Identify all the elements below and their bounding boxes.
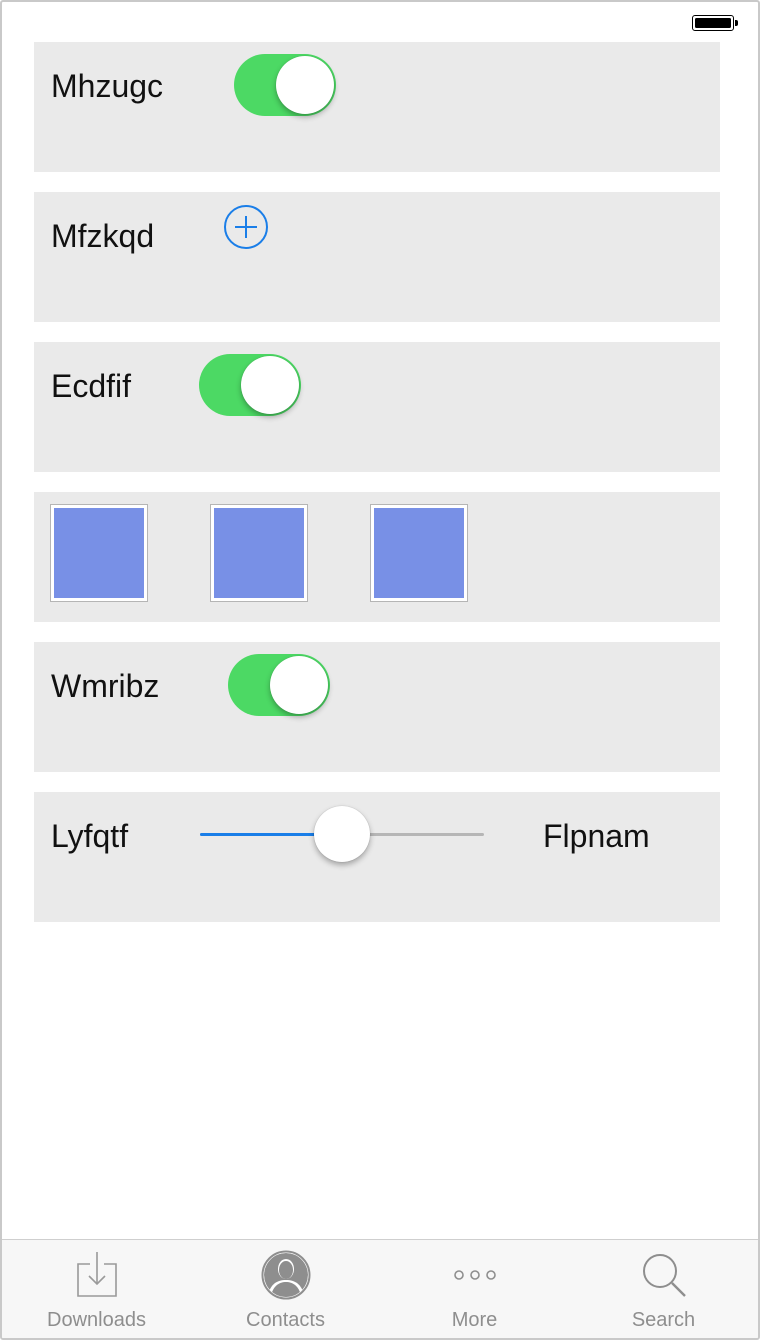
image-tile[interactable] (370, 504, 468, 602)
slider-right-label: Flpnam (543, 818, 650, 854)
slider-thumb[interactable] (314, 806, 370, 862)
tab-downloads[interactable]: Downloads (2, 1240, 191, 1338)
row-label: Ecdfif (51, 368, 132, 404)
row-image-tiles (34, 492, 720, 622)
toggle-knob (241, 356, 299, 414)
image-tile[interactable] (210, 504, 308, 602)
tab-label: Search (631, 1309, 696, 1331)
row-ecdfif: Ecdfif (34, 342, 720, 472)
ecdfif-toggle[interactable] (199, 354, 301, 416)
tab-bar: Downloads Contacts More Search (2, 1239, 758, 1338)
tab-contacts[interactable]: Contacts (191, 1240, 380, 1338)
row-label: Mfzkqd (51, 218, 155, 254)
download-tray-icon (76, 1252, 117, 1297)
row-mhzugc: Mhzugc (34, 42, 720, 172)
row-mfzkqd: Mfzkqd (34, 192, 720, 322)
toggle-knob (270, 656, 328, 714)
battery-icon (692, 15, 738, 31)
mhzugc-toggle[interactable] (234, 54, 336, 116)
tab-label: Contacts (246, 1309, 325, 1331)
row-label: Mhzugc (51, 68, 164, 104)
tab-label: More (451, 1309, 498, 1331)
plus-icon (235, 216, 257, 238)
person-circle-icon (261, 1250, 310, 1300)
wmribz-toggle[interactable] (228, 654, 330, 716)
ellipsis-icon (453, 1270, 496, 1280)
add-button[interactable] (224, 205, 268, 249)
row-wmribz: Wmribz (34, 642, 720, 772)
row-label: Wmribz (51, 668, 160, 704)
tab-label: Downloads (47, 1309, 146, 1331)
toggle-knob (276, 56, 334, 114)
magnifier-icon (642, 1254, 686, 1297)
tab-search[interactable]: Search (569, 1240, 758, 1338)
tab-more[interactable]: More (380, 1240, 569, 1338)
row-label: Lyfqtf (51, 818, 129, 854)
image-tile[interactable] (50, 504, 148, 602)
app-screen: Mhzugc Mfzkqd Ecdfif Wmribz Lyfqtf Flpna… (0, 0, 760, 1340)
row-lyfqtf: Lyfqtf Flpnam (34, 792, 720, 922)
lyfqtf-slider[interactable] (200, 792, 484, 877)
